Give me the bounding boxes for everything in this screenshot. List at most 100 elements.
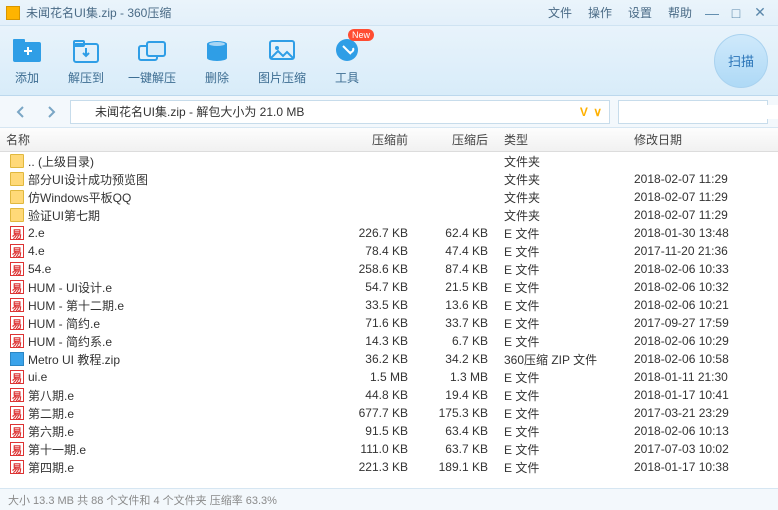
file-type: E 文件 <box>498 369 628 386</box>
col-type[interactable]: 类型 <box>498 131 628 148</box>
vip-badge[interactable]: V ∨ <box>580 105 603 119</box>
file-date: 2017-03-21 23:29 <box>628 406 778 420</box>
file-type: E 文件 <box>498 405 628 422</box>
size-before: 677.7 KB <box>338 406 418 420</box>
navbar: 未闻花名UI集.zip - 解包大小为 21.0 MB V ∨ <box>0 96 778 128</box>
minimize-button[interactable]: — <box>700 3 724 23</box>
maximize-button[interactable]: □ <box>724 3 748 23</box>
col-name[interactable]: 名称 <box>0 131 338 148</box>
file-row[interactable]: 易HUM - 简约系.e14.3 KB6.7 KBE 文件2018-02-06 … <box>0 332 778 350</box>
column-headers: 名称 压缩前 压缩后 类型 修改日期 <box>0 128 778 152</box>
scan-button[interactable]: 扫描 <box>714 34 768 88</box>
search-input[interactable] <box>625 105 778 119</box>
size-after: 63.7 KB <box>418 442 498 456</box>
col-before[interactable]: 压缩前 <box>338 131 418 148</box>
file-type: E 文件 <box>498 279 628 296</box>
file-row[interactable]: .. (上级目录)文件夹 <box>0 152 778 170</box>
size-after: 13.6 KB <box>418 298 498 312</box>
window-title: 未闻花名UI集.zip - 360压缩 <box>26 4 171 21</box>
file-row[interactable]: 易2.e226.7 KB62.4 KBE 文件2018-01-30 13:48 <box>0 224 778 242</box>
forward-button[interactable] <box>40 101 62 123</box>
size-after: 1.3 MB <box>418 370 498 384</box>
scan-label: 扫描 <box>728 51 754 70</box>
e-icon: 易 <box>10 226 24 240</box>
menu-operate[interactable]: 操作 <box>588 4 612 21</box>
file-date: 2018-01-17 10:41 <box>628 388 778 402</box>
menu-file[interactable]: 文件 <box>548 4 572 21</box>
new-badge: New <box>348 29 374 41</box>
extract-button[interactable]: 解压到 <box>68 35 104 86</box>
file-type: 文件夹 <box>498 207 628 224</box>
file-type: E 文件 <box>498 225 628 242</box>
file-row[interactable]: 易54.e258.6 KB87.4 KBE 文件2018-02-06 10:33 <box>0 260 778 278</box>
file-row[interactable]: 易第十一期.e111.0 KB63.7 KBE 文件2017-07-03 10:… <box>0 440 778 458</box>
file-type: E 文件 <box>498 243 628 260</box>
file-row[interactable]: 易第四期.e221.3 KB189.1 KBE 文件2018-01-17 10:… <box>0 458 778 476</box>
file-name: HUM - UI设计.e <box>28 279 112 296</box>
file-name: ui.e <box>28 370 47 384</box>
file-row[interactable]: 仿Windows平板QQ文件夹2018-02-07 11:29 <box>0 188 778 206</box>
size-before: 258.6 KB <box>338 262 418 276</box>
search-box[interactable] <box>618 100 768 124</box>
file-date: 2018-02-07 11:29 <box>628 208 778 222</box>
image-icon <box>265 35 299 65</box>
menu-help[interactable]: 帮助 <box>668 4 692 21</box>
delete-label: 删除 <box>205 69 229 86</box>
file-name: 第十一期.e <box>28 441 86 458</box>
file-name: Metro UI 教程.zip <box>28 351 120 368</box>
file-row[interactable]: 验证UI第七期文件夹2018-02-07 11:29 <box>0 206 778 224</box>
back-button[interactable] <box>10 101 32 123</box>
folder-icon <box>10 208 24 222</box>
app-icon <box>6 6 20 20</box>
file-name: HUM - 简约.e <box>28 315 100 332</box>
file-name: 第四期.e <box>28 459 74 476</box>
close-button[interactable]: ✕ <box>748 3 772 23</box>
add-button[interactable]: 添加 <box>10 35 44 86</box>
e-icon: 易 <box>10 262 24 276</box>
folder-icon <box>10 190 24 204</box>
col-after[interactable]: 压缩后 <box>418 131 498 148</box>
imgcompress-button[interactable]: 图片压缩 <box>258 35 306 86</box>
file-date: 2018-01-30 13:48 <box>628 226 778 240</box>
file-name: 部分UI设计成功预览图 <box>28 171 148 188</box>
archive-icon <box>77 106 89 118</box>
file-date: 2018-02-06 10:32 <box>628 280 778 294</box>
col-date[interactable]: 修改日期 <box>628 131 778 148</box>
file-name: 4.e <box>28 244 45 258</box>
size-after: 175.3 KB <box>418 406 498 420</box>
e-icon: 易 <box>10 370 24 384</box>
file-type: 文件夹 <box>498 171 628 188</box>
file-row[interactable]: 易第六期.e91.5 KB63.4 KBE 文件2018-02-06 10:13 <box>0 422 778 440</box>
file-date: 2017-11-20 21:36 <box>628 244 778 258</box>
menu-settings[interactable]: 设置 <box>628 4 652 21</box>
file-type: E 文件 <box>498 261 628 278</box>
file-row[interactable]: 易ui.e1.5 MB1.3 MBE 文件2018-01-11 21:30 <box>0 368 778 386</box>
e-icon: 易 <box>10 424 24 438</box>
size-before: 111.0 KB <box>338 442 418 456</box>
oneclick-label: 一键解压 <box>128 69 176 86</box>
delete-icon <box>200 35 234 65</box>
file-row[interactable]: 易4.e78.4 KB47.4 KBE 文件2017-11-20 21:36 <box>0 242 778 260</box>
size-before: 14.3 KB <box>338 334 418 348</box>
file-row[interactable]: 易HUM - 简约.e71.6 KB33.7 KBE 文件2017-09-27 … <box>0 314 778 332</box>
path-box[interactable]: 未闻花名UI集.zip - 解包大小为 21.0 MB V ∨ <box>70 100 610 124</box>
file-row[interactable]: Metro UI 教程.zip36.2 KB34.2 KB360压缩 ZIP 文… <box>0 350 778 368</box>
file-row[interactable]: 易第八期.e44.8 KB19.4 KBE 文件2018-01-17 10:41 <box>0 386 778 404</box>
size-before: 54.7 KB <box>338 280 418 294</box>
file-name: 54.e <box>28 262 51 276</box>
e-icon: 易 <box>10 244 24 258</box>
size-after: 33.7 KB <box>418 316 498 330</box>
file-name: 第六期.e <box>28 423 74 440</box>
file-row[interactable]: 易HUM - 第十二期.e33.5 KB13.6 KBE 文件2018-02-0… <box>0 296 778 314</box>
delete-button[interactable]: 删除 <box>200 35 234 86</box>
extract-icon <box>69 35 103 65</box>
file-list: .. (上级目录)文件夹部分UI设计成功预览图文件夹2018-02-07 11:… <box>0 152 778 482</box>
file-type: 360压缩 ZIP 文件 <box>498 351 628 368</box>
size-before: 226.7 KB <box>338 226 418 240</box>
tools-button[interactable]: New 工具 <box>330 35 364 86</box>
file-type: 文件夹 <box>498 153 628 170</box>
oneclick-button[interactable]: 一键解压 <box>128 35 176 86</box>
file-row[interactable]: 部分UI设计成功预览图文件夹2018-02-07 11:29 <box>0 170 778 188</box>
file-row[interactable]: 易第二期.e677.7 KB175.3 KBE 文件2017-03-21 23:… <box>0 404 778 422</box>
file-row[interactable]: 易HUM - UI设计.e54.7 KB21.5 KBE 文件2018-02-0… <box>0 278 778 296</box>
